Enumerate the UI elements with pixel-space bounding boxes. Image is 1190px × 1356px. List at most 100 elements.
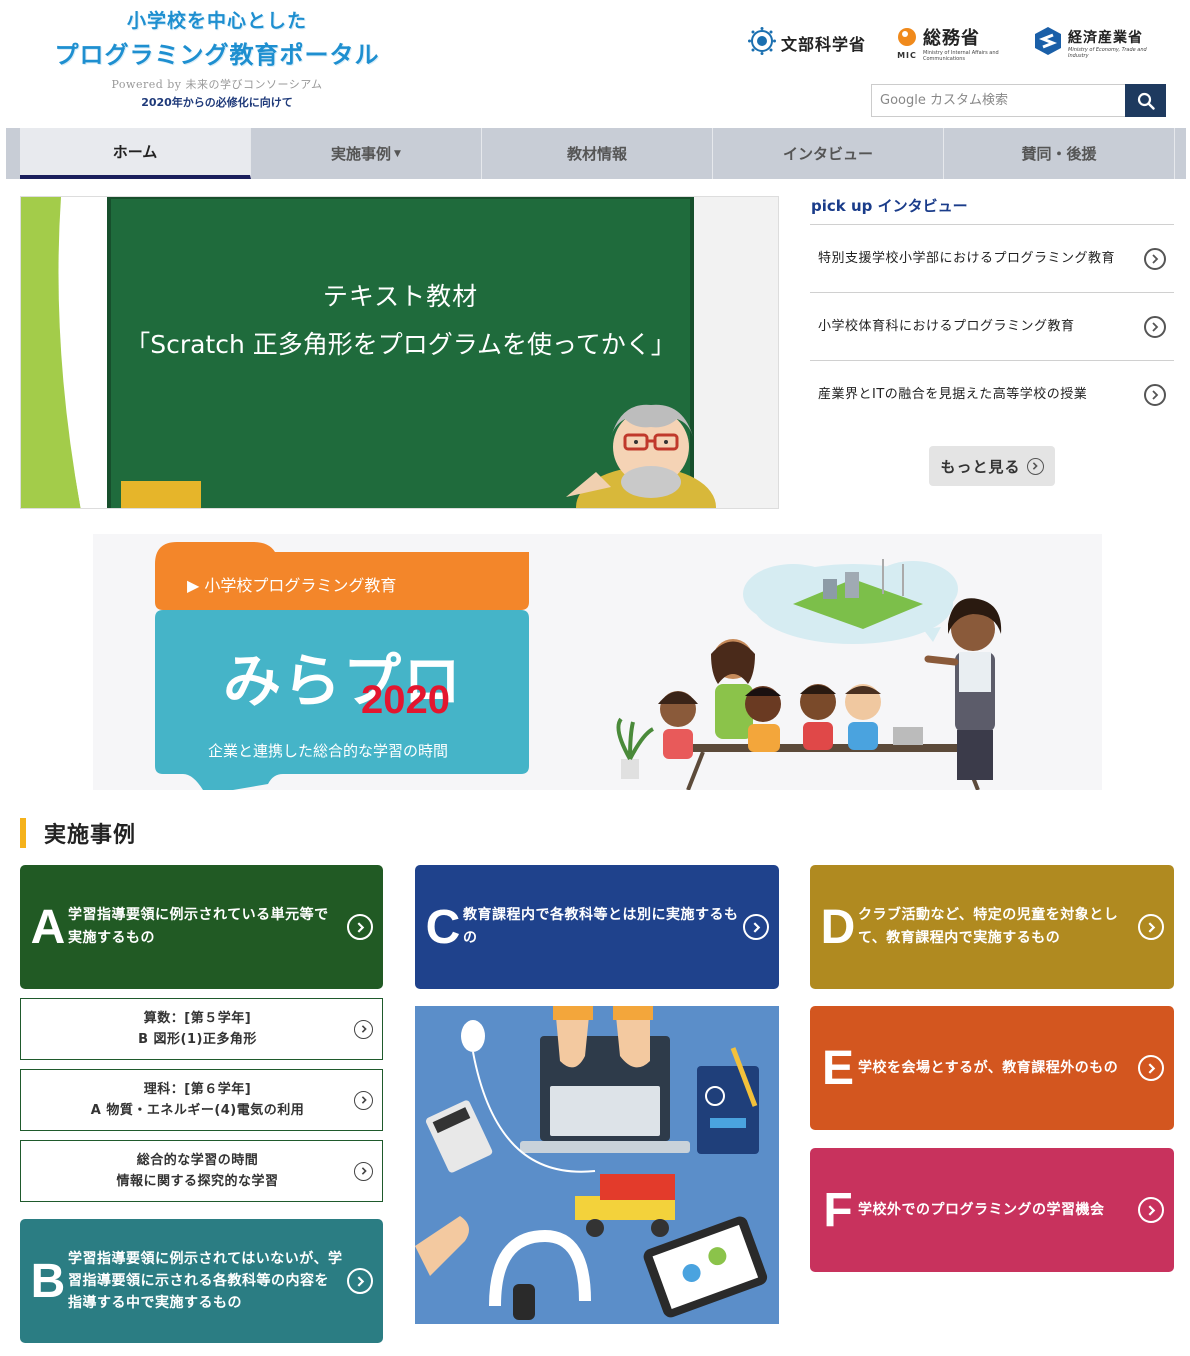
- case-f-text: 学校外でのプログラミングの学習機会: [858, 1201, 1105, 1218]
- search-icon: [1137, 92, 1155, 110]
- case-d-text: クラブ活動など、特定の児童を対象として、教育課程内で実施するもの: [858, 907, 1119, 946]
- meti-name: 経済産業省: [1068, 30, 1143, 46]
- chevron-right-icon: [1138, 914, 1164, 940]
- search-button[interactable]: [1125, 84, 1166, 117]
- nav-interviews-label: インタビュー: [782, 145, 873, 163]
- mext-name: 文部科学省: [780, 35, 866, 54]
- nav-cases-label: 実施事例: [331, 145, 392, 163]
- powered-by: Powered by 未来の学びコンソーシアム: [111, 78, 323, 91]
- subject-link-integrated[interactable]: 総合的な学習の時間 情報に関する探究的な学習: [20, 1140, 383, 1202]
- banner-year: 2020: [361, 678, 450, 722]
- more-label: もっと見る: [940, 457, 1021, 476]
- section-title: 実施事例: [44, 823, 137, 848]
- chevron-down-icon: ▼: [394, 148, 401, 159]
- case-a-text: 学習指導要領に例示されている単元等で実施するもの: [68, 907, 329, 946]
- pickup-item[interactable]: 特別支援学校小学部におけるプログラミング教育: [810, 224, 1174, 292]
- chevron-right-icon: [354, 1161, 373, 1181]
- chevron-right-icon: [347, 914, 373, 940]
- nav-cases[interactable]: 実施事例 ▼: [251, 128, 482, 179]
- meti-text-block: 経済産業省 Ministry of Economy, Trade and Ind…: [1068, 27, 1162, 59]
- hero-line1: テキスト教材: [322, 282, 479, 311]
- banner-tag: ▶ 小学校プログラミング教育: [187, 576, 397, 595]
- site-title-line2: プログラミング教育ポータル: [54, 41, 380, 69]
- subject-link-math[interactable]: 算数：[第５学年] B 図形(1)正多角形: [20, 998, 383, 1060]
- pickup-interviews: pick up インタビュー 特別支援学校小学部におけるプログラミング教育 小学…: [810, 194, 1174, 486]
- case-b-letter: B: [30, 1254, 66, 1308]
- subject-line2: A 物質・エネルギー(4)電気の利用: [90, 1103, 305, 1118]
- chevron-right-icon: [743, 914, 769, 940]
- chevron-right-icon: [1144, 247, 1166, 270]
- search-bar: [871, 84, 1166, 117]
- mic-text-block: 総務省 Ministry of Internal Affairs and Com…: [923, 24, 1003, 62]
- mirapro-banner[interactable]: ▶ 小学校プログラミング教育 みらプロ 2020 企業と連携した総合的な学習の時…: [93, 534, 1102, 790]
- hero-line2: 「Scratch 正多角形をプログラムを使ってかく」: [125, 330, 676, 359]
- pickup-item-text: 産業界とITの融合を見据えた高等学校の授業: [818, 387, 1088, 402]
- case-c-letter: C: [425, 900, 461, 954]
- subject-line2: B 図形(1)正多角形: [138, 1032, 257, 1047]
- subject-link-science[interactable]: 理科：[第６学年] A 物質・エネルギー(4)電気の利用: [20, 1069, 383, 1131]
- more-interviews-button[interactable]: もっと見る: [929, 446, 1055, 486]
- meti-logo[interactable]: 経済産業省 Ministry of Economy, Trade and Ind…: [1033, 26, 1162, 60]
- search-input[interactable]: [871, 84, 1125, 117]
- chevron-right-icon: [354, 1090, 373, 1110]
- subject-text: 総合的な学習の時間 情報に関する探究的な学習: [21, 1150, 354, 1192]
- case-d-letter: D: [820, 900, 856, 954]
- case-a-card[interactable]: A 学習指導要領に例示されている単元等で実施するもの: [20, 865, 383, 989]
- case-e-text: 学校を会場とするが、教育課程外のもの: [858, 1059, 1119, 1076]
- case-c-card[interactable]: C 教育課程内で各教科等とは別に実施するもの: [415, 865, 779, 989]
- chevron-right-icon: [1144, 315, 1166, 338]
- case-b-card[interactable]: B 学習指導要領に例示されてはいないが、学習指導要領に示される各教科等の内容を指…: [20, 1219, 383, 1343]
- chevron-right-icon: [347, 1268, 373, 1294]
- case-c-text: 教育課程内で各教科等とは別に実施するもの: [463, 907, 739, 946]
- chevron-right-icon: [1138, 1197, 1164, 1223]
- pickup-item[interactable]: 産業界とITの融合を見据えた高等学校の授業: [810, 360, 1174, 428]
- section-heading: 実施事例: [20, 818, 136, 848]
- subject-line2: 情報に関する探究的な学習: [116, 1174, 279, 1189]
- subject-text: 理科：[第６学年] A 物質・エネルギー(4)電気の利用: [21, 1079, 354, 1121]
- nav-home[interactable]: ホーム: [20, 128, 251, 179]
- mic-sub: Ministry of Internal Affairs and Communi…: [923, 50, 999, 62]
- pickup-title: pick up インタビュー: [811, 197, 968, 215]
- case-a-letter: A: [30, 900, 66, 954]
- nav-interviews[interactable]: インタビュー: [713, 128, 944, 179]
- site-title[interactable]: 小学校を中心とした プログラミング教育ポータル Powered by 未来の学び…: [22, 6, 412, 110]
- case-b-text: 学習指導要領に例示されてはいないが、学習指導要領に示される各教科等の内容を指導す…: [68, 1251, 343, 1311]
- nav-supporters-label: 賛同・後援: [1021, 145, 1097, 163]
- pickup-item-text: 小学校体育科におけるプログラミング教育: [818, 319, 1075, 334]
- nav-supporters[interactable]: 賛同・後援: [944, 128, 1175, 179]
- pickup-item-text: 特別支援学校小学部におけるプログラミング教育: [818, 251, 1116, 266]
- chevron-right-icon: [1144, 383, 1166, 406]
- pickup-item[interactable]: 小学校体育科におけるプログラミング教育: [810, 292, 1174, 360]
- case-d-card[interactable]: D クラブ活動など、特定の児童を対象として、教育課程内で実施するもの: [810, 865, 1174, 989]
- site-subtitle: 2020年からの必修化に向けて: [141, 96, 293, 109]
- mext-logo[interactable]: 文部科学省: [747, 27, 866, 59]
- case-f-card[interactable]: F 学校外でのプログラミングの学習機会: [810, 1148, 1174, 1272]
- illustration-art: [415, 1006, 779, 1324]
- case-e-letter: E: [821, 1041, 854, 1095]
- mic-mark: MIC: [896, 27, 918, 60]
- programming-illustration: [415, 1006, 779, 1324]
- subject-line1: 算数：[第５学年]: [143, 1011, 252, 1026]
- mic-logo[interactable]: MIC 総務省 Ministry of Internal Affairs and…: [896, 24, 1003, 62]
- subject-text: 算数：[第５学年] B 図形(1)正多角形: [21, 1008, 354, 1050]
- subject-line1: 総合的な学習の時間: [136, 1153, 259, 1168]
- chevron-right-icon: [1138, 1055, 1164, 1081]
- mic-name: 総務省: [923, 28, 980, 49]
- hero-caption: テキスト教材 「Scratch 正多角形をプログラムを使ってかく」: [109, 277, 692, 361]
- chevron-right-icon: [354, 1019, 373, 1039]
- mic-abbr: MIC: [897, 50, 917, 60]
- nav-materials-label: 教材情報: [566, 145, 627, 163]
- case-f-letter: F: [823, 1183, 853, 1237]
- meti-logo-icon: [1033, 26, 1063, 60]
- section-bar: [20, 818, 26, 848]
- mic-logo-icon: [896, 27, 918, 51]
- case-e-card[interactable]: E 学校を会場とするが、教育課程外のもの: [810, 1006, 1174, 1130]
- main-nav: ホーム 実施事例 ▼ 教材情報 インタビュー 賛同・後援: [6, 128, 1186, 179]
- banner-caption: 企業と連携した総合的な学習の時間: [208, 742, 449, 760]
- subject-line1: 理科：[第６学年]: [143, 1082, 252, 1097]
- hero-slide[interactable]: テキスト教材 「Scratch 正多角形をプログラムを使ってかく」: [20, 196, 779, 509]
- mext-logo-icon: [747, 27, 776, 59]
- chevron-right-icon: [1026, 457, 1044, 475]
- nav-materials[interactable]: 教材情報: [482, 128, 713, 179]
- site-title-line1: 小学校を中心とした: [126, 10, 307, 32]
